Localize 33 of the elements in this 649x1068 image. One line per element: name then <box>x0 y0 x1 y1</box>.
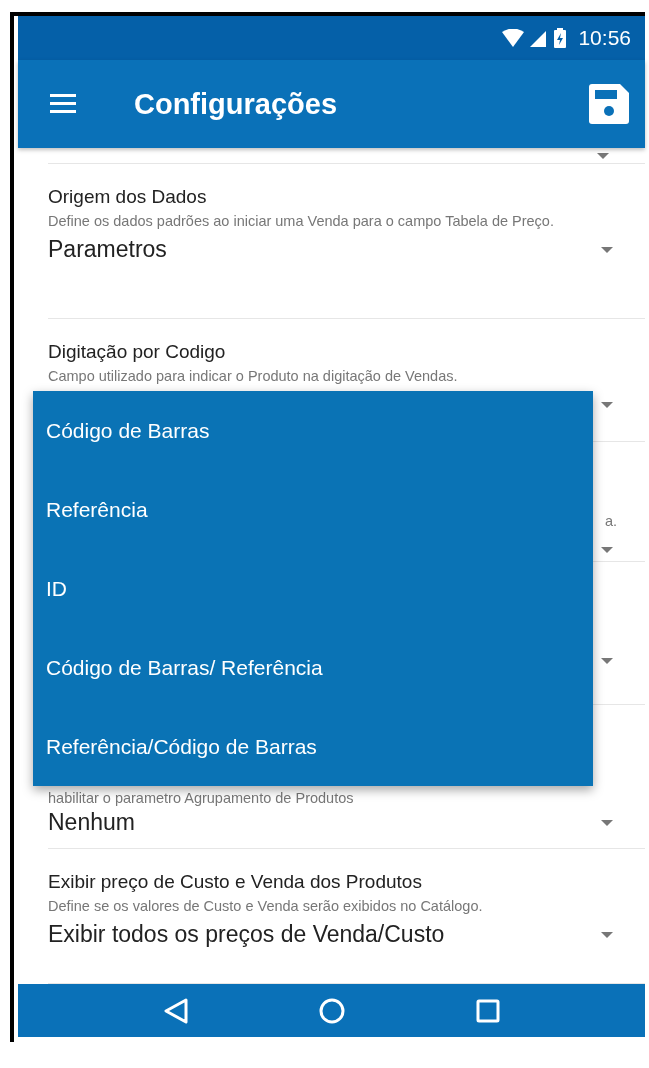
dropdown-arrow-icon[interactable] <box>601 546 613 553</box>
menu-option[interactable]: Referência <box>33 470 593 549</box>
setting-description: Campo utilizado para indicar o Produto na digitação de Vendas. <box>48 367 458 386</box>
dropdown-arrow-icon[interactable] <box>601 246 613 253</box>
home-icon[interactable] <box>318 997 345 1024</box>
save-icon[interactable] <box>589 84 629 124</box>
setting-value[interactable]: Exibir todos os preços de Venda/Custo <box>48 921 445 949</box>
wifi-icon <box>502 29 525 47</box>
setting-description: habilitar o parametro Agrupamento de Produtos <box>48 789 354 808</box>
setting-title: Digitação por Codigo <box>48 341 226 363</box>
setting-title: Exibir preço de Custo e Venda dos Produtos <box>48 871 422 893</box>
setting-description: Define se os valores de Custo e Venda serão exibidos no Catálogo. <box>48 897 483 916</box>
dropdown-arrow-icon[interactable] <box>601 401 613 408</box>
battery-icon <box>554 28 567 48</box>
dropdown-arrow-icon[interactable] <box>601 819 613 826</box>
menu-option[interactable]: Código de Barras/ Referência <box>33 628 593 707</box>
setting-value[interactable]: Nenhum <box>48 809 135 837</box>
setting-description: a. <box>604 512 617 531</box>
setting-title: Origem dos Dados <box>48 186 207 208</box>
menu-icon[interactable] <box>50 94 76 114</box>
status-time: 10:56 <box>578 26 631 50</box>
menu-option[interactable]: Código de Barras <box>33 391 593 470</box>
setting-description: Define os dados padrões ao iniciar uma Venda para o campo Tabela de Preço. <box>48 212 554 231</box>
back-icon[interactable] <box>163 997 188 1024</box>
menu-option[interactable]: ID <box>33 549 593 628</box>
menu-option[interactable]: Referência/Código de Barras <box>33 707 593 786</box>
recents-icon[interactable] <box>475 998 500 1023</box>
dropdown-arrow-icon[interactable] <box>601 931 613 938</box>
screen-title: Configurações <box>134 87 339 121</box>
dropdown-arrow-icon[interactable] <box>601 658 613 664</box>
dropdown-arrow-icon <box>597 152 609 159</box>
signal-icon <box>530 29 549 47</box>
setting-value[interactable]: Parametros <box>48 236 167 264</box>
